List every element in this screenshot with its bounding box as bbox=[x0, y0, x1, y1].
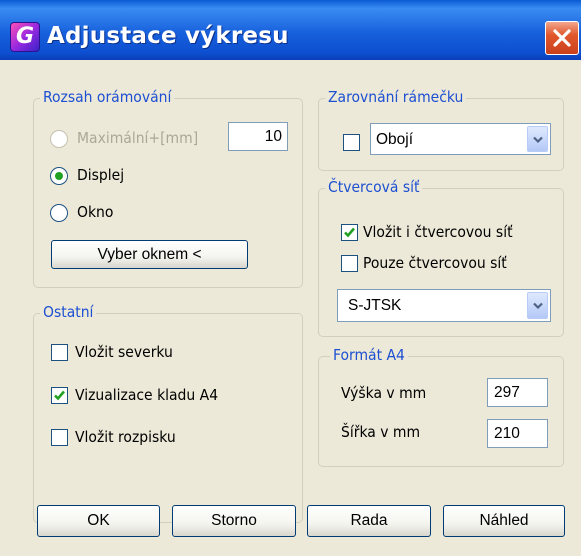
vizualizace-checkbox[interactable] bbox=[51, 387, 68, 404]
vizualizace-label: Vizualizace kladu A4 bbox=[75, 386, 219, 404]
ok-button[interactable]: OK bbox=[37, 505, 160, 537]
title-bar[interactable]: G Adjustace výkresu bbox=[0, 0, 581, 60]
zarovnani-combobox[interactable]: Obojí bbox=[370, 123, 551, 155]
radio-maximalni-label: Maximální+[mm] bbox=[77, 129, 199, 147]
radio-selected-dot bbox=[55, 172, 63, 180]
checkmark-icon bbox=[344, 227, 355, 238]
dialog-body: Rozsah orámování Maximální+[mm] 10 Displ… bbox=[0, 60, 581, 556]
app-logo-icon: G bbox=[10, 22, 40, 52]
severka-label: Vložit severku bbox=[75, 343, 173, 361]
souradnicovy-system-combobox[interactable]: S-JTSK bbox=[337, 289, 551, 322]
rozpisku-checkbox[interactable] bbox=[51, 429, 68, 446]
radio-displej[interactable] bbox=[50, 167, 68, 185]
sirka-input[interactable]: 210 bbox=[487, 419, 548, 448]
vlozit-sit-label: Vložit i čtvercovou síť bbox=[363, 223, 513, 241]
severka-checkbox[interactable] bbox=[51, 344, 68, 361]
storno-button[interactable]: Storno bbox=[172, 505, 296, 537]
sirka-label: Šířka v mm bbox=[341, 423, 421, 441]
zarovnani-combobox-value: Obojí bbox=[376, 131, 414, 148]
dialog-window: G Adjustace výkresu Rozsah orámování Max… bbox=[0, 0, 581, 556]
chevron-down-icon bbox=[533, 302, 543, 310]
rada-button[interactable]: Rada bbox=[307, 505, 431, 537]
vyber-oknem-button[interactable]: Vyber oknem < bbox=[51, 240, 248, 269]
radio-maximalni[interactable] bbox=[50, 130, 68, 148]
close-button[interactable] bbox=[545, 21, 579, 55]
zarovnani-dropdown-button[interactable] bbox=[527, 126, 548, 152]
groupbox-zarovnani-title: Zarovnání rámečku bbox=[325, 88, 467, 106]
groupbox-rozsah-title: Rozsah orámování bbox=[40, 88, 175, 106]
pouze-sit-label: Pouze čtvercovou síť bbox=[363, 254, 507, 272]
rozpisku-label: Vložit rozpisku bbox=[75, 428, 176, 446]
pouze-sit-checkbox[interactable] bbox=[341, 255, 358, 272]
radio-okno-label: Okno bbox=[77, 203, 114, 221]
maximalni-input[interactable]: 10 bbox=[228, 122, 288, 151]
vlozit-sit-checkbox[interactable] bbox=[341, 224, 358, 241]
souradnicovy-system-dropdown-button[interactable] bbox=[527, 292, 548, 319]
chevron-down-icon bbox=[533, 136, 543, 144]
zarovnani-checkbox[interactable] bbox=[343, 134, 360, 151]
nahled-button[interactable]: Náhled bbox=[443, 505, 565, 537]
radio-okno[interactable] bbox=[50, 204, 68, 222]
checkmark-icon bbox=[54, 390, 65, 401]
vyska-label: Výška v mm bbox=[341, 384, 427, 402]
radio-displej-label: Displej bbox=[77, 166, 125, 184]
groupbox-sit-title: Čtvercová síť bbox=[325, 178, 423, 196]
vyska-input[interactable]: 297 bbox=[487, 378, 548, 407]
groupbox-format bbox=[318, 356, 564, 467]
close-icon bbox=[553, 29, 571, 47]
groupbox-ostatni-title: Ostatní bbox=[40, 303, 97, 321]
window-title: Adjustace výkresu bbox=[47, 23, 289, 49]
groupbox-format-title: Formát A4 bbox=[330, 346, 408, 364]
souradnicovy-system-value: S-JTSK bbox=[348, 297, 402, 314]
